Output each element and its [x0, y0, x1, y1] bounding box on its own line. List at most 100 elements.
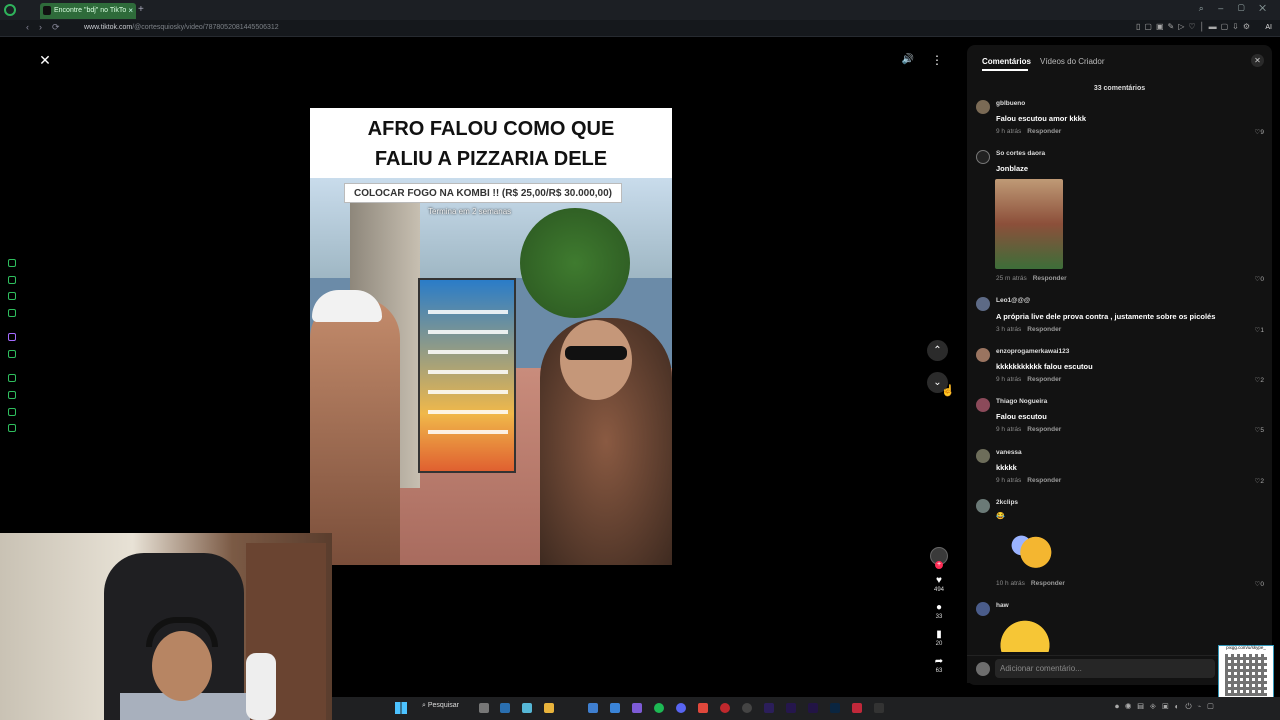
extension-icons[interactable]: ▯▢▣✎▷♡│▬▢⇩⚙ — [1136, 22, 1254, 31]
comment-avatar[interactable] — [976, 499, 990, 513]
comment-like-button[interactable]: ♡1 — [1244, 326, 1264, 334]
sidebar-settings-icon[interactable] — [8, 424, 16, 432]
app-icon[interactable] — [852, 703, 862, 713]
window-controls[interactable]: ⌕ – ▢ ✕ — [1199, 3, 1272, 14]
comment-username[interactable]: Leo1@@@ — [996, 297, 1030, 304]
comment-like-button[interactable]: ♡2 — [1244, 376, 1264, 384]
comment-meta: 25 m atrás Responder — [996, 275, 1067, 282]
comment-like-button[interactable]: ♡0 — [1244, 275, 1264, 283]
spotify-icon[interactable] — [654, 703, 664, 713]
comment-like-count: 5 — [1260, 427, 1264, 434]
reply-button[interactable]: Responder — [1027, 477, 1061, 484]
url-path: /@cortesquiosky/video/787805208144550631… — [132, 24, 279, 31]
comment-sticker[interactable] — [1007, 527, 1055, 573]
comment-meta: 9 h atrás Responder — [996, 376, 1061, 383]
follow-plus-icon[interactable]: + — [935, 561, 943, 569]
comment-username[interactable]: vanessa — [996, 449, 1022, 456]
sidebar-twitch-icon[interactable] — [8, 333, 16, 341]
brave-icon[interactable] — [698, 703, 708, 713]
volume-icon[interactable]: 🔊 — [899, 51, 917, 69]
premiere-icon[interactable] — [764, 703, 774, 713]
comment-username[interactable]: gblbueno — [996, 100, 1025, 107]
steam-icon[interactable] — [500, 703, 510, 713]
comment-like-button[interactable]: ♡5 — [1244, 426, 1264, 434]
comment-button[interactable]: ● 33 — [926, 602, 952, 620]
browser-tab[interactable]: Encontre "bdj" no TikTo × — [40, 3, 136, 19]
comment-avatar[interactable] — [976, 602, 990, 616]
ai-button[interactable]: AI — [1265, 24, 1272, 31]
tab-comments[interactable]: Comentários — [982, 57, 1031, 66]
discord-icon[interactable] — [632, 703, 642, 713]
reply-button[interactable]: Responder — [1027, 128, 1061, 135]
photoshop-icon[interactable] — [830, 703, 840, 713]
sidebar-app-icon[interactable] — [8, 309, 16, 317]
sidebar-chat-icon[interactable] — [8, 292, 16, 300]
windows-start-icon[interactable] — [395, 702, 407, 714]
comment-avatar[interactable] — [976, 100, 990, 114]
system-tray[interactable]: ⏺◉▤◈▣◐⏻⌁▢ — [1115, 702, 1220, 712]
comment-input[interactable] — [995, 659, 1215, 678]
tab-creator-videos[interactable]: Vídeos do Criador — [1040, 57, 1104, 66]
previous-video-button[interactable]: ⌃ — [927, 340, 948, 361]
after-effects-icon[interactable] — [808, 703, 818, 713]
comment-like-button[interactable]: ♡9 — [1244, 128, 1264, 136]
video-player[interactable]: AFRO FALOU COMO QUE FALIU A PIZZARIA DEL… — [310, 108, 672, 565]
obs-icon[interactable] — [742, 703, 752, 713]
comment-time: 9 h atrás — [996, 426, 1022, 433]
sidebar-clock-icon[interactable] — [8, 391, 16, 399]
comment-like-count: 2 — [1260, 478, 1264, 485]
app-icon[interactable] — [610, 703, 620, 713]
comment-sticker[interactable] — [995, 618, 1055, 652]
sidebar-bag-icon[interactable] — [8, 276, 16, 284]
close-panel-button[interactable]: ✕ — [1251, 54, 1264, 67]
comment-count-label: 33 comentários — [1093, 85, 1146, 92]
reply-button[interactable]: Responder — [1031, 580, 1065, 587]
comment-username[interactable]: haw — [996, 602, 1009, 609]
save-button[interactable]: ▮ 20 — [926, 629, 952, 647]
taskbar-search[interactable]: ⌕ Pesquisar — [422, 702, 459, 710]
comment-like-count: 0 — [1260, 276, 1264, 283]
more-options-icon[interactable]: ⋮ — [928, 51, 946, 69]
comment-username[interactable]: Thiago Nogueira — [996, 398, 1047, 405]
app-icon[interactable] — [522, 703, 532, 713]
comment-avatar[interactable] — [976, 398, 990, 412]
close-video-button[interactable]: ✕ — [36, 51, 54, 69]
file-explorer-icon[interactable] — [479, 703, 489, 713]
sidebar-refresh-icon[interactable] — [8, 259, 16, 267]
comment-avatar[interactable] — [976, 150, 990, 164]
video-goal-subtext: Termina em 2 semanas — [428, 207, 512, 216]
opera-icon[interactable] — [720, 703, 730, 713]
comment-text: Falou escutou amor kkkk — [996, 114, 1087, 123]
reply-button[interactable]: Responder — [1027, 376, 1061, 383]
app-icon[interactable] — [874, 703, 884, 713]
app-icon[interactable] — [676, 703, 686, 713]
browser-logo-icon[interactable] — [4, 4, 16, 16]
share-count: 63 — [935, 668, 943, 674]
comment-avatar[interactable] — [976, 449, 990, 463]
comment-avatar[interactable] — [976, 348, 990, 362]
comment-like-button[interactable]: ♡0 — [1244, 580, 1264, 588]
reply-button[interactable]: Responder — [1033, 275, 1067, 282]
app-icon[interactable] — [588, 703, 598, 713]
url-field[interactable]: www.tiktok.com/@cortesquiosky/video/7878… — [84, 24, 279, 31]
close-tab-icon[interactable]: × — [128, 6, 133, 15]
share-button[interactable]: ➦ 63 — [926, 656, 952, 674]
like-button[interactable]: ♥ 494 — [926, 575, 952, 593]
reply-button[interactable]: Responder — [1027, 326, 1061, 333]
comment-text: 😂 — [996, 513, 1005, 520]
comment-username[interactable]: So cortes daora — [996, 150, 1045, 157]
navigation-buttons[interactable]: ‹›⟳ — [26, 22, 70, 33]
folder-icon[interactable] — [544, 703, 554, 713]
comment-avatar[interactable] — [976, 297, 990, 311]
comment-like-button[interactable]: ♡2 — [1244, 477, 1264, 485]
sidebar-percent-icon[interactable] — [8, 350, 16, 358]
comment-image[interactable] — [995, 179, 1063, 269]
reply-button[interactable]: Responder — [1027, 426, 1061, 433]
comment-username[interactable]: enzoprogamerkawai123 — [996, 348, 1069, 355]
new-tab-button[interactable]: + — [138, 4, 144, 15]
sidebar-cube-icon[interactable] — [8, 408, 16, 416]
video-head — [560, 320, 632, 400]
comment-username[interactable]: 2kclips — [996, 499, 1018, 506]
sidebar-play-icon[interactable] — [8, 374, 16, 382]
media-encoder-icon[interactable] — [786, 703, 796, 713]
